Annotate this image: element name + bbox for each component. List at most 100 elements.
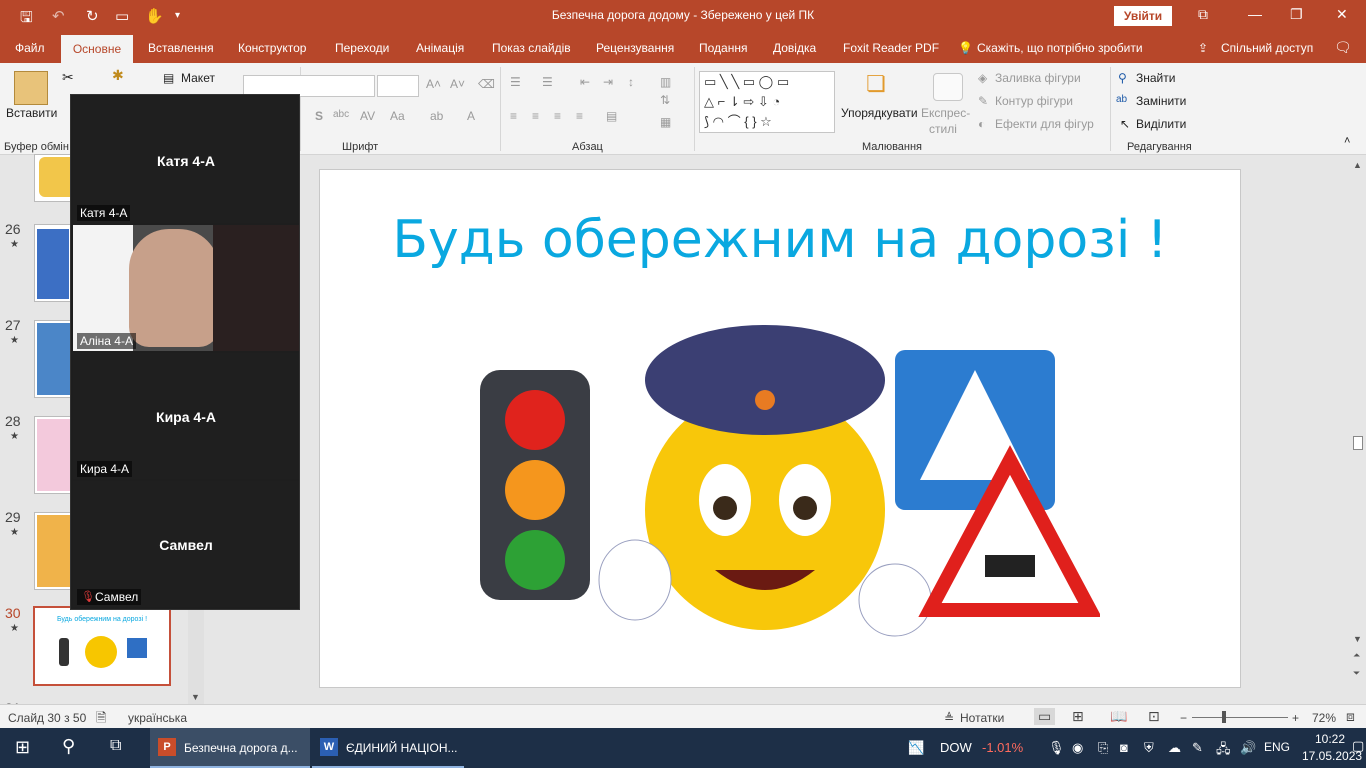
- numbering-icon[interactable]: ☰: [542, 75, 553, 89]
- volume-icon[interactable]: 🔊: [1240, 740, 1256, 756]
- ribbon-display-icon[interactable]: ⧉: [1198, 6, 1208, 23]
- app-tray-icon[interactable]: ◙: [1120, 740, 1128, 755]
- participant-video-tile[interactable]: Аліна 4-А: [73, 225, 299, 351]
- columns-dropdown-icon[interactable]: ▤: [606, 109, 617, 123]
- tab-design[interactable]: Конструктор: [238, 41, 306, 55]
- notes-button[interactable]: Нотатки: [960, 711, 1004, 725]
- shadow-icon[interactable]: S: [315, 109, 323, 123]
- cut-icon[interactable]: ✂: [62, 69, 74, 86]
- columns-icon[interactable]: ▥: [660, 75, 671, 89]
- tab-slideshow[interactable]: Показ слайдів: [492, 41, 571, 55]
- usb-icon[interactable]: ⎘: [1098, 740, 1108, 756]
- maximize-button[interactable]: ❐: [1290, 6, 1303, 23]
- line-spacing-icon[interactable]: ↕: [628, 75, 634, 89]
- comments-icon[interactable]: 🗨: [1334, 39, 1352, 56]
- windows-start-icon[interactable]: ⊞: [15, 737, 30, 758]
- increase-indent-icon[interactable]: ⇥: [603, 75, 613, 89]
- reading-view-icon[interactable]: 📖: [1110, 708, 1127, 725]
- tab-transitions[interactable]: Переходи: [335, 41, 389, 55]
- tab-home[interactable]: Основне: [61, 35, 133, 63]
- fit-slide-icon[interactable]: ⧈: [1346, 708, 1355, 725]
- spacing-icon[interactable]: AV: [360, 109, 375, 123]
- decrease-indent-icon[interactable]: ⇤: [580, 75, 590, 89]
- decrease-font-icon[interactable]: A˅: [450, 77, 465, 91]
- network-icon[interactable]: 🖧: [1216, 740, 1231, 762]
- find-button[interactable]: Знайти: [1136, 71, 1175, 85]
- previous-slide-icon[interactable]: ⏶: [1353, 650, 1360, 661]
- quick-styles-button[interactable]: Експрес-: [921, 106, 970, 120]
- search-icon[interactable]: ⚲: [62, 736, 75, 757]
- font-size-select[interactable]: [377, 75, 419, 97]
- slide-sorter-icon[interactable]: ⊞: [1072, 708, 1084, 725]
- scroll-down-icon[interactable]: ▼: [191, 692, 200, 702]
- tab-insert[interactable]: Вставлення: [148, 41, 214, 55]
- stock-ticker[interactable]: DOW: [940, 740, 972, 755]
- increase-font-icon[interactable]: A˄: [426, 77, 441, 91]
- replace-button[interactable]: Замінити: [1136, 94, 1186, 108]
- security-icon[interactable]: ⛨: [1144, 740, 1154, 756]
- signin-button[interactable]: Увійти: [1114, 6, 1172, 26]
- shape-outline-button[interactable]: Контур фігури: [995, 94, 1073, 108]
- align-right-icon[interactable]: ≡: [554, 109, 561, 123]
- tab-animation[interactable]: Анімація: [416, 41, 464, 55]
- normal-view-icon[interactable]: ▭: [1034, 708, 1056, 725]
- task-view-icon[interactable]: ⧉: [110, 737, 121, 755]
- select-button[interactable]: Виділити: [1136, 117, 1186, 131]
- align-center-icon[interactable]: ≡: [532, 109, 539, 123]
- clear-format-icon[interactable]: ⌫: [478, 77, 495, 91]
- tab-view[interactable]: Подання: [699, 41, 747, 55]
- paste-button[interactable]: Вставити: [6, 106, 57, 120]
- align-left-icon[interactable]: ≡: [510, 109, 517, 123]
- current-slide[interactable]: Будь обережним на дорозі !: [319, 169, 1241, 688]
- pen-icon[interactable]: ✎: [1192, 740, 1203, 756]
- strikethrough-icon[interactable]: abc: [333, 109, 349, 120]
- slide-scrollbar[interactable]: ▲ ▼ ⏶ ⏷: [1350, 156, 1366, 704]
- collapse-ribbon-icon[interactable]: ˄: [1344, 135, 1350, 147]
- language-indicator[interactable]: українська: [128, 711, 187, 725]
- participant-tile[interactable]: Самвел Самвел 🎙: [73, 481, 299, 607]
- bullets-icon[interactable]: ☰: [510, 75, 521, 89]
- participant-tile[interactable]: Катя 4-А Катя 4-А: [73, 97, 299, 223]
- shapes-gallery[interactable]: ▭ ╲ ╲ ▭ ◯ ▭ △ ⌐ ⇂ ⇨ ⇩ ◔ ⟆ ◠ ⌒ { } ☆: [699, 71, 835, 133]
- share-button[interactable]: Спільний доступ: [1221, 41, 1313, 55]
- taskbar-app-word[interactable]: W ЄДИНИЙ НАЦІОН...: [312, 728, 464, 768]
- tab-help[interactable]: Довідка: [773, 41, 816, 55]
- paste-icon[interactable]: [14, 71, 48, 105]
- close-button[interactable]: ✕: [1336, 6, 1348, 23]
- font-color-icon[interactable]: A: [467, 109, 475, 123]
- zoom-app-icon[interactable]: ◉: [1072, 740, 1083, 756]
- language-indicator[interactable]: ENG: [1264, 740, 1290, 754]
- quick-styles-button-2[interactable]: стилі: [929, 122, 957, 136]
- zoom-level[interactable]: 72%: [1312, 711, 1336, 725]
- minimize-button[interactable]: —: [1248, 6, 1262, 22]
- smartart-icon[interactable]: ▦: [660, 115, 671, 129]
- slide-title[interactable]: Будь обережним на дорозі !: [320, 210, 1240, 270]
- shape-fill-button[interactable]: Заливка фігури: [995, 71, 1081, 85]
- highlight-icon[interactable]: ab: [430, 109, 443, 123]
- participant-tile[interactable]: Кира 4-А Кира 4-А: [73, 353, 299, 479]
- notifications-icon[interactable]: ▢: [1352, 738, 1364, 754]
- slide-thumbnail-30[interactable]: Будь обережним на дорозі !: [33, 606, 171, 686]
- slideshow-view-icon[interactable]: ⊡: [1148, 708, 1160, 725]
- change-case-icon[interactable]: Aa: [390, 109, 405, 123]
- arrange-button[interactable]: Упорядкувати: [841, 106, 918, 120]
- zoom-slider-thumb[interactable]: [1222, 711, 1226, 723]
- tab-file[interactable]: Файл: [15, 41, 45, 55]
- layout-button[interactable]: Макет: [181, 71, 215, 85]
- scroll-down-icon[interactable]: ▼: [1353, 634, 1362, 644]
- zoom-in-icon[interactable]: +: [1292, 711, 1299, 725]
- taskbar-app-powerpoint[interactable]: P Безпечна дорога д...: [150, 728, 310, 768]
- tab-foxit[interactable]: Foxit Reader PDF: [843, 41, 939, 55]
- justify-icon[interactable]: ≡: [576, 109, 583, 123]
- zoom-slider[interactable]: [1192, 717, 1288, 718]
- tab-review[interactable]: Рецензування: [596, 41, 674, 55]
- cloud-icon[interactable]: ☁: [1168, 740, 1181, 756]
- shape-effects-button[interactable]: Ефекти для фігур: [995, 117, 1094, 131]
- scroll-up-icon[interactable]: ▲: [1353, 160, 1362, 170]
- scroll-thumb[interactable]: [1353, 436, 1363, 450]
- microphone-icon[interactable]: 🎙: [1048, 740, 1065, 756]
- text-direction-icon[interactable]: ⇅: [660, 93, 670, 107]
- next-slide-icon[interactable]: ⏷: [1353, 668, 1360, 679]
- new-slide-icon[interactable]: ✱: [112, 67, 124, 84]
- clock-time[interactable]: 10:22: [1315, 732, 1345, 746]
